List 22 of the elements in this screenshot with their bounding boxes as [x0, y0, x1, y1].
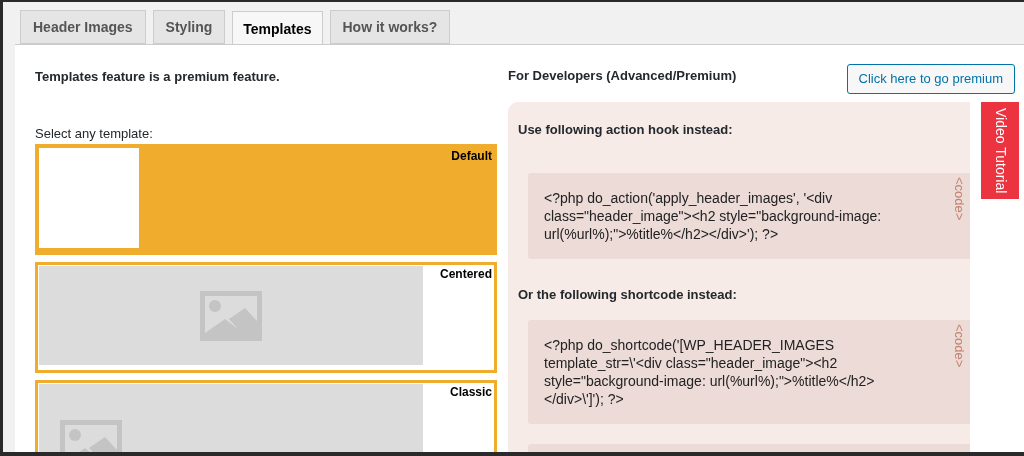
- tab[interactable]: How it works?: [329, 10, 451, 44]
- code-label: <code>: [951, 323, 968, 370]
- template-label: Default: [451, 148, 493, 165]
- code-text: <?php do_action('apply_header_images', '<div class="header_image"><h2 style="background-image: url(%url%);">%title%</h2></div>'); ?>: [543, 188, 883, 244]
- select-label: Select any template:: [35, 124, 154, 143]
- template-label: Classic: [449, 384, 493, 401]
- code-label: <code>: [951, 175, 968, 222]
- section-heading: Use following action hook instead:: [518, 121, 734, 139]
- code-text: <?php do_shortcode('[WP_HEADER_IMAGES template_str=\'<div class="header_image"><h2 style="background-image: url(%url%);">%title%</h2></div>\']'); ?>: [543, 336, 876, 409]
- video-tutorial-tab[interactable]: Video Tutorial: [981, 102, 1019, 200]
- section-heading: Or the following shortcode instead:: [518, 285, 738, 304]
- template-option[interactable]: Classic: [35, 380, 497, 452]
- tab[interactable]: Templates: [232, 11, 323, 46]
- image-icon: [200, 290, 262, 341]
- template-option[interactable]: Default: [35, 144, 497, 255]
- developers-heading: For Developers (Advanced/Premium): [508, 67, 737, 85]
- tab[interactable]: Header Images: [20, 10, 146, 44]
- template-label: Centered: [440, 266, 493, 283]
- premium-button[interactable]: Click here to go premium: [846, 64, 1015, 94]
- tab[interactable]: Styling: [152, 10, 226, 44]
- template-option[interactable]: Centered: [35, 262, 497, 373]
- premium-notice: Templates feature is a premium feature.: [35, 68, 281, 86]
